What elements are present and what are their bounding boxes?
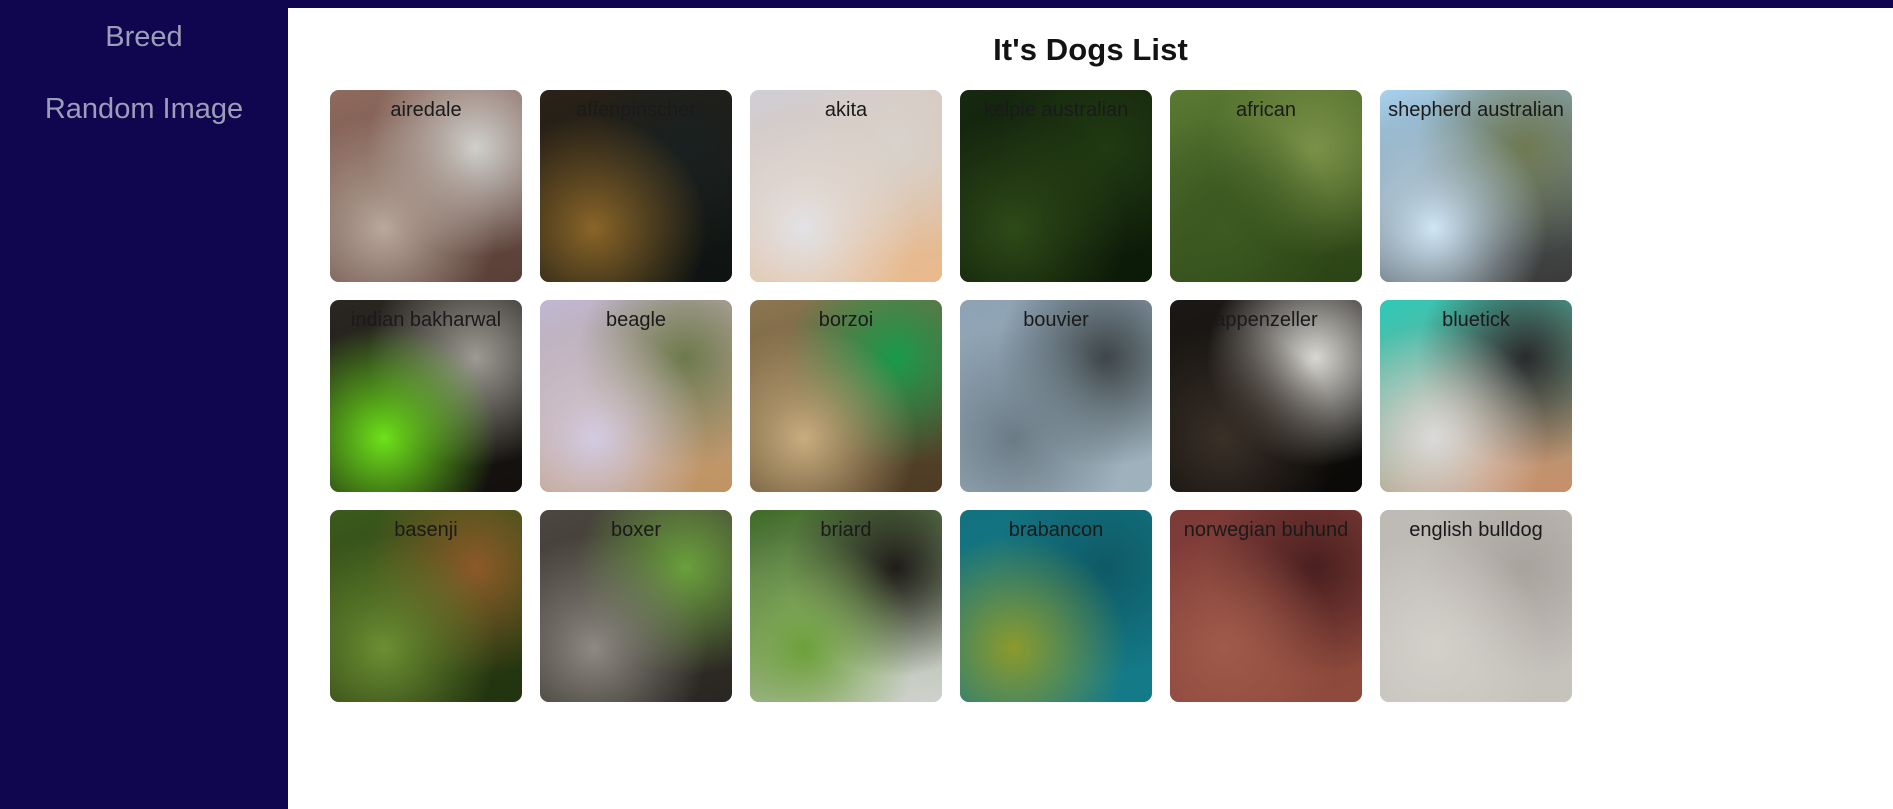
- page-title: It's Dogs List: [993, 32, 1188, 67]
- breed-card[interactable]: english bulldog: [1380, 510, 1572, 702]
- breed-grid-scroll-area[interactable]: airedale affenpinscher akita kelpie austral…: [288, 90, 1893, 809]
- breed-label: airedale: [390, 99, 462, 121]
- sidebar: Breed Random Image: [0, 0, 288, 809]
- breed-card[interactable]: appenzeller: [1170, 300, 1362, 492]
- breed-label: briard: [820, 519, 872, 541]
- breed-label: english bulldog: [1409, 519, 1543, 541]
- breed-card[interactable]: shepherd australian: [1380, 90, 1572, 282]
- breed-card[interactable]: bluetick: [1380, 300, 1572, 492]
- breed-label: borzoi: [818, 309, 874, 331]
- breed-label: indian bakharwal: [350, 309, 502, 331]
- breed-card[interactable]: brabancon: [960, 510, 1152, 702]
- breed-label: boxer: [610, 519, 662, 541]
- breed-label: bouvier: [1023, 309, 1089, 331]
- breed-label: norwegian buhund: [1183, 519, 1349, 541]
- breed-card[interactable]: affenpinscher: [540, 90, 732, 282]
- breed-label: bluetick: [1442, 309, 1510, 331]
- app-root: Breed Random Image It's Dogs List aireda…: [0, 0, 1893, 809]
- breed-card[interactable]: boxer: [540, 510, 732, 702]
- breed-grid: airedale affenpinscher akita kelpie austral…: [330, 90, 1875, 702]
- breed-card[interactable]: beagle: [540, 300, 732, 492]
- breed-card[interactable]: basenji: [330, 510, 522, 702]
- breed-label: affenpinscher: [576, 99, 696, 121]
- sidebar-link-breed[interactable]: Breed: [0, 14, 288, 60]
- breed-card[interactable]: borzoi: [750, 300, 942, 492]
- breed-card[interactable]: norwegian buhund: [1170, 510, 1362, 702]
- breed-card[interactable]: akita: [750, 90, 942, 282]
- content-area: It's Dogs List airedale affenpinscher akit…: [288, 0, 1893, 809]
- breed-label: african: [1235, 99, 1297, 121]
- breed-card[interactable]: indian bakharwal: [330, 300, 522, 492]
- breed-label: akita: [824, 99, 868, 121]
- sidebar-link-random-image[interactable]: Random Image: [0, 86, 288, 132]
- breed-label: shepherd australian: [1388, 99, 1564, 121]
- breed-card[interactable]: african: [1170, 90, 1362, 282]
- breed-card[interactable]: briard: [750, 510, 942, 702]
- breed-label: beagle: [605, 309, 667, 331]
- breed-card[interactable]: bouvier: [960, 300, 1152, 492]
- breed-label: appenzeller: [1214, 309, 1318, 331]
- breed-label: brabancon: [1008, 519, 1104, 541]
- breed-label: kelpie australian: [983, 99, 1129, 121]
- top-accent-strip: [288, 0, 1893, 8]
- breed-label: basenji: [394, 519, 458, 541]
- breed-card[interactable]: kelpie australian: [960, 90, 1152, 282]
- breed-card[interactable]: airedale: [330, 90, 522, 282]
